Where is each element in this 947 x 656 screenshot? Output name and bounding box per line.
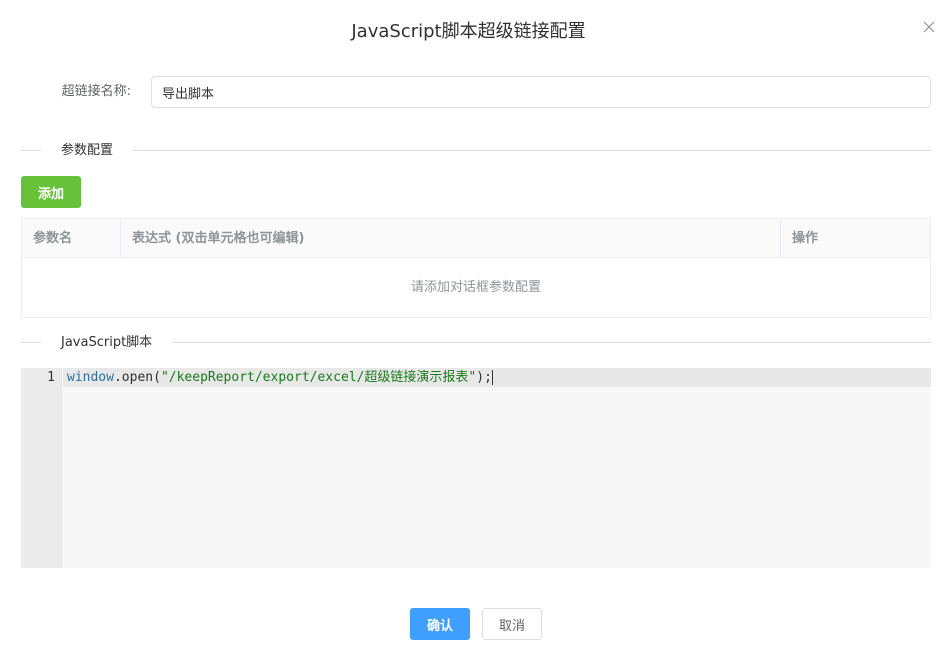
code-line[interactable]: window.open("/keepReport/export/excel/超级…: [67, 368, 493, 387]
dialog-title: JavaScript脚本超级链接配置: [351, 21, 586, 42]
hyperlink-name-label: 超链接名称:: [61, 84, 131, 99]
code-token-variable: window: [67, 370, 114, 385]
close-icon[interactable]: [922, 20, 936, 34]
code-token-open-paren: (: [153, 370, 161, 385]
cancel-button[interactable]: 取消: [482, 608, 542, 640]
code-token-method: open: [121, 370, 154, 385]
params-empty-text: 请添加对话框参数配置: [410, 280, 541, 295]
code-token-dot: .: [113, 370, 122, 385]
params-divider: [21, 150, 931, 151]
params-table-header: 参数名 表达式 (双击单元格也可编辑) 操作: [22, 219, 930, 258]
params-section-title: 参数配置: [41, 142, 134, 160]
confirm-button[interactable]: 确认: [410, 608, 470, 640]
hyperlink-name-input[interactable]: [151, 76, 931, 108]
code-token-string: "/keepReport/export/excel/超级链接演示报表": [160, 370, 477, 385]
add-param-button[interactable]: 添加: [21, 176, 81, 208]
script-editor[interactable]: 1 window.open("/keepReport/export/excel/…: [21, 368, 931, 568]
params-table: 参数名 表达式 (双击单元格也可编辑) 操作 请添加对话框参数配置: [21, 218, 931, 318]
hyperlink-name-row: 超链接名称:: [21, 76, 931, 108]
editor-gutter: 1: [21, 368, 62, 568]
dialog-footer: 确认 取消: [0, 608, 947, 640]
column-header-operation: 操作: [792, 231, 819, 246]
script-section-title: JavaScript脚本: [41, 334, 173, 352]
line-number: 1: [47, 370, 55, 385]
text-cursor: [491, 370, 493, 385]
column-header-expression: 表达式 (双击单元格也可编辑): [121, 219, 781, 258]
column-header-param-name: 参数名: [22, 219, 121, 258]
code-token-close: );: [476, 370, 492, 385]
